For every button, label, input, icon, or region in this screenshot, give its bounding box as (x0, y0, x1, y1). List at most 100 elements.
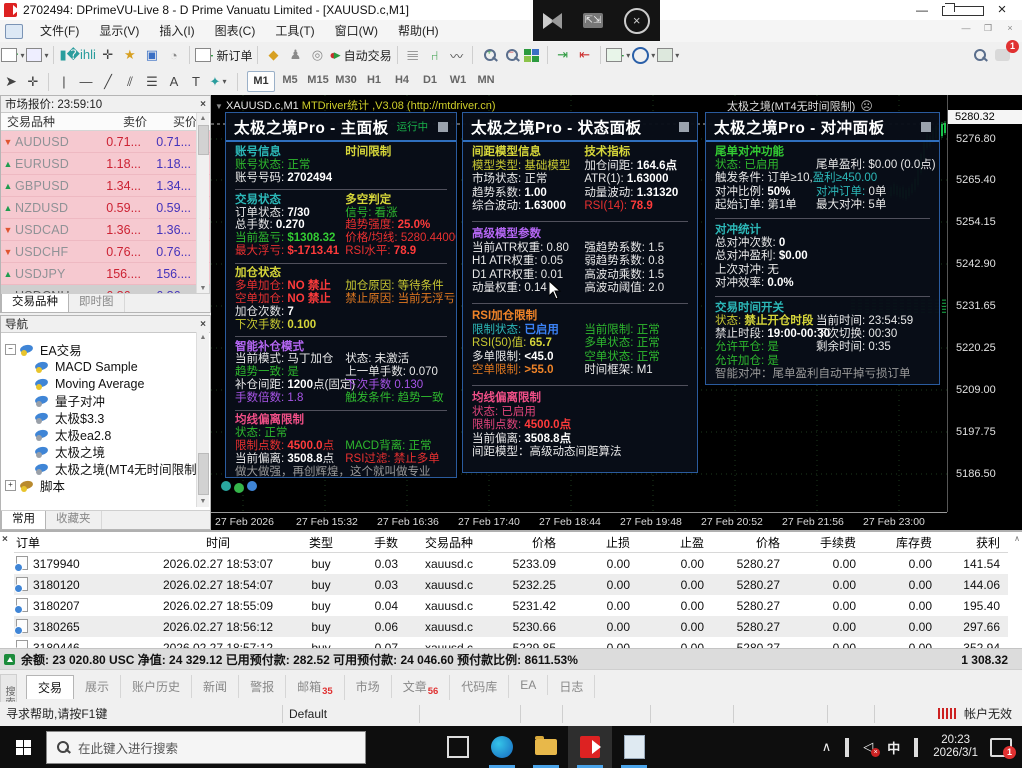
templates-button[interactable]: ▾ (657, 45, 679, 65)
cursor-tool[interactable]: ➤ (1, 72, 21, 92)
tray-expand-icon[interactable]: ∧ (822, 739, 832, 755)
tab-常用[interactable]: 常用 (1, 511, 46, 530)
market-watch-row[interactable]: ▲GBPUSD1.34...1.34... (1, 175, 210, 197)
terminal-tab-交易[interactable]: 交易 (26, 675, 74, 699)
orders-col-1[interactable]: 订单 (14, 532, 144, 553)
order-row[interactable]: 31802652026.02.27 18:56:12buy0.06xauusd.… (14, 616, 1008, 637)
orders-col-6[interactable]: 价格 (492, 532, 564, 553)
orders-col-3[interactable]: 类型 (292, 532, 350, 553)
profiles-button[interactable]: ▾ (26, 45, 48, 65)
notifications-icon[interactable]: 1 (992, 45, 1012, 65)
tree-expand-icon[interactable]: + (5, 480, 16, 491)
tree-item[interactable]: 太极之境(MT4无时间限制 (35, 460, 197, 477)
tree-item[interactable]: +脚本 (5, 477, 65, 494)
chart-shift-button[interactable]: ⇤ (575, 45, 595, 65)
auto-scroll-button[interactable]: ⇥ (553, 45, 573, 65)
minimize-button[interactable]: — (902, 0, 942, 20)
timeframe-M5[interactable]: M5 (277, 71, 303, 90)
periods-button[interactable]: ▾ (632, 45, 655, 65)
terminal-tab-代码库[interactable]: 代码库 (450, 675, 509, 698)
crosshair-tool[interactable]: ✛ (23, 72, 43, 92)
sound-icon[interactable]: ◎ (307, 45, 327, 65)
tree-item[interactable]: −EA交易 (5, 341, 82, 358)
terminal-close-icon[interactable]: × (2, 534, 8, 545)
taskbar-search-input[interactable]: 在此键入进行搜索 (46, 731, 366, 764)
tree-item[interactable]: Moving Average (35, 375, 144, 392)
trendline-tool[interactable]: ╱ (98, 72, 118, 92)
fullscreen-icon[interactable]: ⇱⇲ (583, 13, 603, 28)
menu-item-4[interactable]: 图表(C) (205, 20, 266, 42)
notepad-button[interactable] (612, 726, 656, 768)
orders-col-10[interactable]: 手续费 (788, 532, 864, 553)
fibonacci-tool[interactable]: ☰ (142, 72, 162, 92)
stop-share-icon[interactable]: × (624, 8, 650, 34)
restore-button[interactable] (942, 0, 982, 20)
file-explorer-button[interactable] (524, 726, 568, 768)
mdi-restore-button[interactable]: ❒ (982, 23, 994, 34)
tree-item[interactable]: 太极$3.3 (35, 409, 104, 426)
orders-scroll-up[interactable]: ∧ (1014, 534, 1020, 543)
orders-col-12[interactable]: 获利 (940, 532, 1008, 553)
ime-indicator[interactable]: 中 (887, 738, 900, 757)
panel-minimize-icon[interactable] (438, 122, 448, 132)
menu-item-3[interactable]: 插入(I) (149, 20, 204, 42)
shapes-tool[interactable]: ✦▾ (208, 72, 228, 92)
volume-muted-icon[interactable]: ◁× (863, 739, 873, 755)
label-tool[interactable]: T (186, 72, 206, 92)
market-watch-close-icon[interactable]: × (200, 99, 206, 110)
mt4-taskbar-button[interactable] (568, 726, 612, 768)
new-chart-button[interactable]: +▾ (1, 45, 24, 65)
timeframe-M1[interactable]: M1 (247, 71, 275, 92)
keyboard-icon[interactable] (914, 740, 918, 755)
orders-col-9[interactable]: 价格 (712, 532, 788, 553)
panel-minimize-icon[interactable] (921, 122, 931, 132)
timeframe-M30[interactable]: M30 (333, 71, 359, 90)
orders-col-4[interactable]: 手数 (350, 532, 406, 553)
line-chart-button[interactable]: 〰 (447, 45, 467, 65)
menu-item-7[interactable]: 帮助(H) (388, 20, 449, 42)
terminal-tab-EA[interactable]: EA (509, 675, 548, 695)
channel-tool[interactable]: ⫽ (120, 72, 140, 92)
market-watch-scrollbar[interactable]: ▲▼ (196, 113, 209, 294)
market-watch-row[interactable]: ▼USDCAD1.36...1.36... (1, 219, 210, 241)
pause-share-icon[interactable] (543, 13, 562, 29)
price-scale[interactable]: 5276.805265.405254.155242.905231.655220.… (947, 95, 1022, 512)
bar-chart-button[interactable]: 𝄙 (403, 45, 423, 65)
orders-table[interactable]: 订单时间类型手数交易品种价格止损止盈价格手续费库存费获利 31799402026… (14, 532, 1008, 658)
tree-item[interactable]: 量子对冲 (35, 392, 105, 409)
menu-item-2[interactable]: 显示(V) (89, 20, 149, 42)
order-row[interactable]: 31799402026.02.27 18:53:07buy0.03xauusd.… (14, 553, 1008, 575)
terminal-tab-邮箱[interactable]: 邮箱35 (286, 675, 345, 700)
hline-tool[interactable]: — (76, 72, 96, 92)
navigator-close-icon[interactable]: × (200, 319, 206, 330)
start-button[interactable] (0, 726, 46, 768)
market-watch-row[interactable]: ▲EURUSD1.18...1.18... (1, 153, 210, 175)
connection-bars-icon[interactable] (938, 708, 956, 719)
timeframe-MN[interactable]: MN (473, 71, 499, 90)
terminal-tab-展示[interactable]: 展示 (74, 675, 121, 698)
order-row[interactable]: 31801202026.02.27 18:54:07buy0.03xauusd.… (14, 574, 1008, 595)
timeframe-W1[interactable]: W1 (445, 71, 471, 90)
orders-col-8[interactable]: 止盈 (638, 532, 712, 553)
market-watch-row[interactable]: ▼AUDUSD0.71...0.71... (1, 131, 210, 153)
mdi-close-button[interactable]: × (1004, 23, 1016, 34)
orders-col-7[interactable]: 止损 (564, 532, 638, 553)
navigator-toggle-icon[interactable]: ★ (120, 45, 140, 65)
terminal-tab-文章[interactable]: 文章56 (392, 675, 451, 700)
task-view-button[interactable] (436, 726, 480, 768)
tab-收藏夹[interactable]: 收藏夹 (46, 511, 102, 529)
tab-即时图[interactable]: 即时图 (69, 294, 125, 312)
tree-item[interactable]: 太极之境 (35, 443, 105, 460)
tile-windows-button[interactable] (522, 45, 542, 65)
timeframe-H1[interactable]: H1 (361, 71, 387, 90)
zoom-in-button[interactable]: + (478, 45, 498, 65)
market-watch-row[interactable]: ▲USDJPY156....156.... (1, 263, 210, 285)
scripts-icon[interactable]: ◆ (263, 45, 283, 65)
orders-col-2[interactable]: 时间 (144, 532, 292, 553)
navigator-scrollbar[interactable]: ▲▼ (196, 332, 209, 507)
close-button[interactable]: × (982, 0, 1022, 20)
market-watch-toggle-icon[interactable]: ▮�ihli (59, 45, 95, 65)
menu-item-5[interactable]: 工具(T) (265, 20, 324, 42)
autotrade-button[interactable]: ● ▶ 自动交易 (329, 45, 391, 65)
indicators-button[interactable]: +▾ (606, 45, 631, 65)
